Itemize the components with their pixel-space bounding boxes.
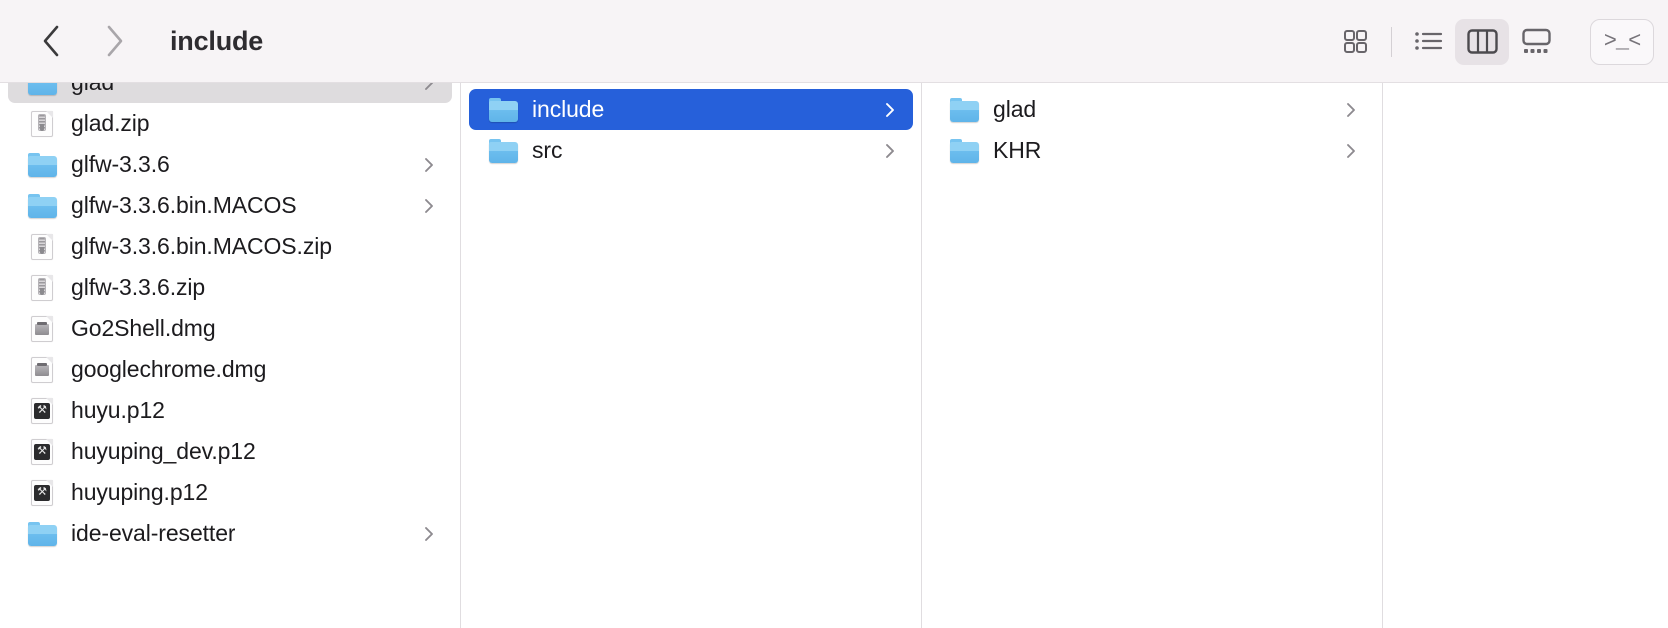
- zip-file-icon: [28, 274, 57, 301]
- list-item[interactable]: ⚒ huyu.p12: [8, 390, 452, 431]
- list-item-label: ide-eval-resetter: [71, 520, 236, 546]
- list-item-label: Go2Shell.dmg: [71, 315, 216, 341]
- list-item-label: glad: [71, 83, 114, 96]
- chevron-right-icon: [883, 142, 897, 160]
- list-item-label: glfw-3.3.6.bin.MACOS: [71, 192, 297, 218]
- column-1[interactable]: glad glad.zip glfw-3.3.6 glfw-3.3.6.bin.MAC…: [0, 83, 461, 628]
- navigation-buttons: [34, 21, 132, 61]
- chevron-right-icon: [1344, 142, 1358, 160]
- list-item-label: glfw-3.3.6.bin.MACOS.zip: [71, 233, 332, 259]
- list-item[interactable]: ide-eval-resetter: [8, 513, 452, 554]
- list-item[interactable]: glfw-3.3.6.zip: [8, 267, 452, 308]
- list-item-label: src: [532, 137, 563, 163]
- forward-button[interactable]: [98, 21, 132, 61]
- column-view-button[interactable]: [1455, 18, 1509, 65]
- folder-icon: [28, 193, 57, 219]
- folder-icon: [950, 138, 979, 164]
- list-item[interactable]: src: [469, 130, 913, 171]
- list-item-label: huyuping.p12: [71, 479, 208, 505]
- go2shell-button[interactable]: >_<: [1590, 18, 1654, 65]
- list-item[interactable]: ⚒ huyuping_dev.p12: [8, 431, 452, 472]
- list-item-label: glad.zip: [71, 110, 150, 136]
- chevron-right-icon: [883, 101, 897, 119]
- column-4[interactable]: [1383, 83, 1668, 628]
- gallery-view-button[interactable]: [1509, 19, 1563, 65]
- column-1-list: glad glad.zip glfw-3.3.6 glfw-3.3.6.bin.MAC…: [0, 83, 460, 554]
- column-3-list: glad KHR: [922, 83, 1382, 171]
- list-item[interactable]: ⚒ huyuping.p12: [8, 472, 452, 513]
- list-item[interactable]: glfw-3.3.6: [8, 144, 452, 185]
- column-browser: glad glad.zip glfw-3.3.6 glfw-3.3.6.bin.MAC…: [0, 83, 1668, 628]
- column-2[interactable]: include src: [461, 83, 922, 628]
- list-item[interactable]: glfw-3.3.6.bin.MACOS.zip: [8, 226, 452, 267]
- list-item-label: huyu.p12: [71, 397, 165, 423]
- list-item-label: include: [532, 96, 605, 122]
- toolbar-divider: [1391, 26, 1392, 57]
- column-2-list: include src: [461, 83, 921, 171]
- chevron-right-icon: [422, 525, 436, 543]
- list-item[interactable]: KHR: [930, 130, 1374, 171]
- folder-icon: [28, 152, 57, 178]
- list-view-icon: [1414, 32, 1442, 50]
- certificate-icon: ⚒: [28, 438, 57, 465]
- chevron-right-icon: [422, 156, 436, 174]
- list-item-label: glfw-3.3.6: [71, 151, 170, 177]
- folder-icon: [950, 97, 979, 123]
- list-item[interactable]: glad: [930, 89, 1374, 130]
- list-item-label: googlechrome.dmg: [71, 356, 267, 382]
- list-item-label: KHR: [993, 137, 1042, 163]
- disk-image-icon: [28, 315, 57, 342]
- zip-file-icon: [28, 110, 57, 137]
- certificate-icon: ⚒: [28, 479, 57, 506]
- list-item-label: glfw-3.3.6.zip: [71, 274, 206, 300]
- column-view-icon: [1466, 29, 1498, 54]
- window-title: include: [170, 25, 264, 56]
- chevron-right-icon: [422, 197, 436, 215]
- toolbar: include >_<: [0, 0, 1668, 83]
- certificate-icon: ⚒: [28, 397, 57, 424]
- toolbar-right-group: >_<: [1328, 0, 1668, 83]
- back-button[interactable]: [34, 21, 68, 61]
- chevron-right-icon: [422, 83, 436, 92]
- list-view-button[interactable]: [1401, 19, 1455, 65]
- disk-image-icon: [28, 356, 57, 383]
- view-mode-group: [1328, 18, 1563, 65]
- terminal-icon: >_<: [1603, 29, 1642, 54]
- list-item[interactable]: glfw-3.3.6.bin.MACOS: [8, 185, 452, 226]
- column-3[interactable]: glad KHR: [922, 83, 1383, 628]
- icon-view-button[interactable]: [1328, 19, 1382, 65]
- list-item[interactable]: Go2Shell.dmg: [8, 308, 452, 349]
- grid-view-icon: [1343, 30, 1367, 53]
- list-item-label: huyuping_dev.p12: [71, 438, 256, 464]
- folder-icon: [28, 83, 57, 96]
- gallery-view-icon: [1521, 28, 1551, 53]
- finder-window: include >_< glad.zip glfw-3.3.6 glfw-3.3…: [0, 0, 1668, 628]
- list-item[interactable]: googlechrome.dmg: [8, 349, 452, 390]
- folder-icon: [489, 138, 518, 164]
- list-item[interactable]: glad: [8, 83, 452, 103]
- list-item-label: glad: [993, 96, 1037, 122]
- list-item[interactable]: glad.zip: [8, 103, 452, 144]
- folder-icon: [489, 97, 518, 123]
- chevron-right-icon: [1344, 101, 1358, 119]
- folder-icon: [28, 521, 57, 547]
- list-item[interactable]: include: [469, 89, 913, 130]
- zip-file-icon: [28, 233, 57, 260]
